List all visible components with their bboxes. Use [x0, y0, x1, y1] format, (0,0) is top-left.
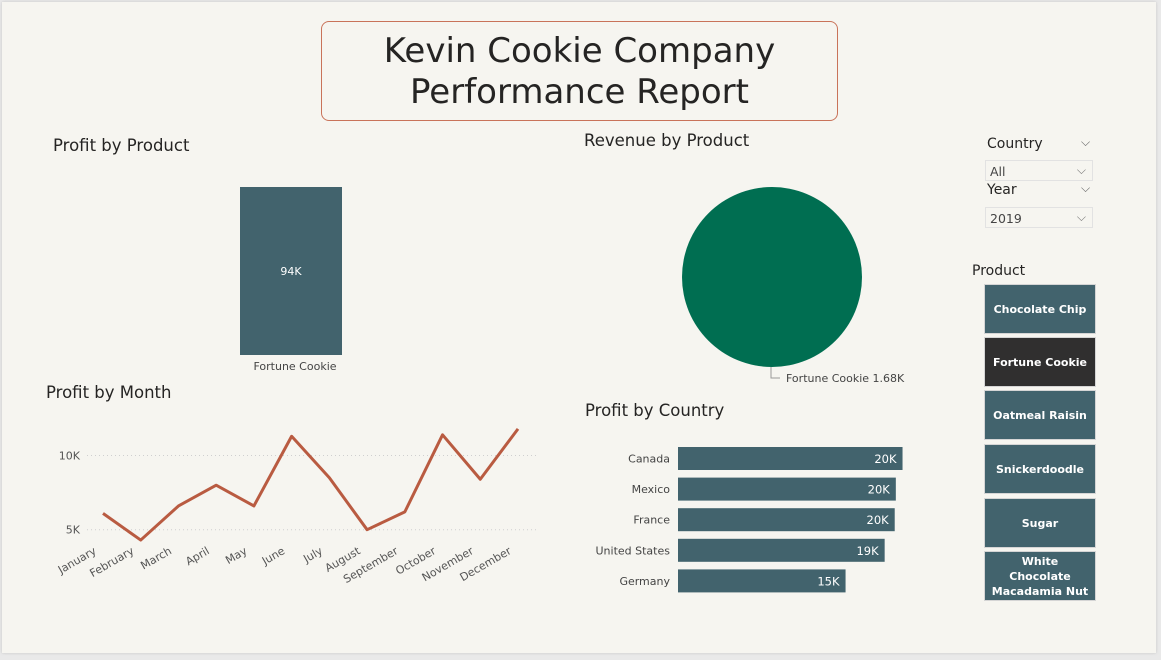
x-tick-label: July — [300, 544, 325, 566]
year-slicer-label: Year — [987, 182, 1017, 198]
country-bar-data-label: 20K — [867, 513, 890, 527]
profit-by-product-chart: 94K Fortune Cookie — [240, 187, 342, 373]
x-tick-label: April — [183, 544, 211, 568]
x-tick-label: March — [138, 544, 174, 572]
country-slicer-label: Country — [987, 136, 1043, 152]
country-dropdown[interactable]: All ⌵ — [985, 160, 1093, 181]
country-bar-data-label: 20K — [868, 483, 891, 497]
profit-by-country-title: Profit by Country — [585, 401, 725, 420]
year-dropdown-value: 2019 — [990, 211, 1022, 226]
product-tile-white-chocolate-macadamia-nut[interactable]: White Chocolate Macadamia Nut — [984, 551, 1096, 601]
profit-by-month-title: Profit by Month — [46, 383, 172, 402]
country-bar-data-label: 20K — [874, 452, 897, 466]
country-category-label: Mexico — [632, 483, 671, 496]
report-title-box: Kevin Cookie Company Performance Report — [321, 21, 838, 121]
country-category-label: France — [633, 514, 670, 527]
product-tile-fortune-cookie[interactable]: Fortune Cookie — [984, 337, 1096, 387]
report-title-line2: Performance Report — [410, 72, 749, 112]
country-bar — [678, 447, 903, 470]
profit-month-line — [102, 427, 520, 542]
country-bar — [678, 508, 895, 532]
country-dropdown-value: All — [990, 164, 1006, 179]
profit-by-month-chart: 5K10KJanuaryFebruary March April May June Jul… — [55, 427, 537, 586]
product-tile-chocolate-chip[interactable]: Chocolate Chip — [984, 284, 1096, 334]
country-category-label: United States — [596, 544, 671, 557]
year-dropdown[interactable]: 2019 ⌵ — [985, 207, 1093, 228]
country-category-label: Germany — [619, 575, 670, 588]
country-bar-data-label: 19K — [856, 544, 879, 558]
product-tile-oatmeal-raisin[interactable]: Oatmeal Raisin — [984, 390, 1096, 440]
revenue-by-product-chart: Fortune Cookie 1.68K — [682, 187, 905, 385]
country-category-label: Canada — [628, 453, 670, 466]
pie-slice — [682, 187, 862, 367]
country-bar — [678, 477, 896, 501]
product-category-label: Fortune Cookie — [253, 360, 336, 373]
country-collapse-chevron-icon[interactable]: ⌵ — [1081, 135, 1090, 150]
report-canvas: Kevin Cookie Company Performance Report … — [2, 2, 1156, 653]
y-tick-label: 10K — [59, 450, 81, 463]
profit-by-country-chart: 20K Canada 20K Mexico 20K France 19K United Sta… — [596, 447, 903, 593]
x-tick-label: May — [223, 544, 250, 567]
product-tile-snickerdoodle[interactable]: Snickerdoodle — [984, 444, 1096, 494]
pie-leader-line — [770, 367, 780, 379]
x-tick-label: June — [259, 544, 287, 568]
profit-by-product-title: Profit by Product — [53, 136, 190, 155]
chevron-down-icon: ⌵ — [1076, 210, 1086, 224]
country-bar — [678, 538, 885, 562]
product-bar-data-label: 94K — [280, 265, 302, 278]
chevron-down-icon: ⌵ — [1076, 163, 1086, 177]
y-tick-label: 5K — [66, 524, 81, 537]
product-slicer-label: Product — [972, 263, 1026, 279]
product-tile-sugar[interactable]: Sugar — [984, 498, 1096, 548]
country-bar-data-label: 15K — [817, 574, 840, 588]
pie-data-label: Fortune Cookie 1.68K — [786, 372, 905, 385]
report-title-line1: Kevin Cookie Company — [383, 31, 776, 71]
revenue-by-product-title: Revenue by Product — [584, 131, 750, 150]
year-collapse-chevron-icon[interactable]: ⌵ — [1081, 181, 1090, 196]
